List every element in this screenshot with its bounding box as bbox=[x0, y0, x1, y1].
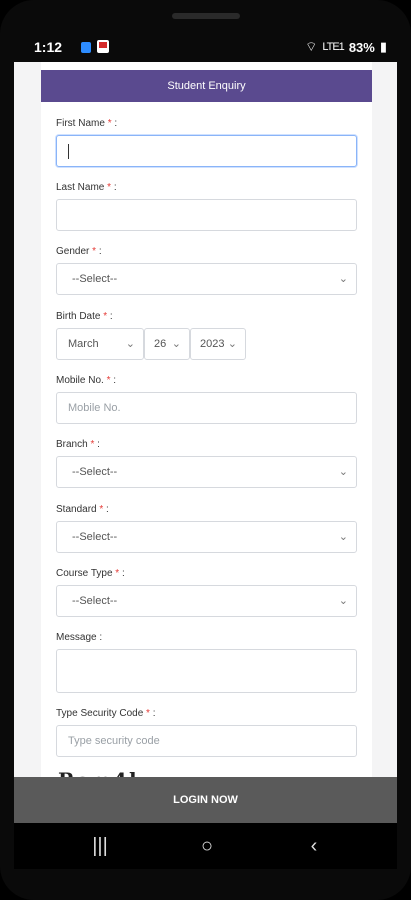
branch-label: Branch * : bbox=[56, 439, 100, 450]
chevron-down-icon: ⌄ bbox=[338, 273, 348, 285]
chevron-down-icon: ⌄ bbox=[338, 466, 348, 478]
status-bar: 1:12 ⌔ LTE1 83% ▮ bbox=[14, 34, 397, 60]
battery-percent: 83% bbox=[348, 39, 375, 55]
course-type-select[interactable]: --Select-- ⌄ bbox=[56, 585, 357, 617]
chevron-down-icon: ⌄ bbox=[171, 338, 181, 350]
speaker-grill bbox=[172, 13, 240, 19]
status-time: 1:12 bbox=[34, 39, 63, 55]
app-screen: Student Enquiry First Name * : Last Name… bbox=[14, 62, 397, 777]
chevron-down-icon: ⌄ bbox=[338, 531, 348, 543]
mobile-label: Mobile No. * : bbox=[56, 375, 117, 386]
first-name-label: First Name * : bbox=[56, 118, 118, 129]
chevron-down-icon: ⌄ bbox=[338, 595, 348, 607]
notification-icon bbox=[81, 42, 91, 53]
standard-label: Standard * : bbox=[56, 504, 109, 515]
message-label: Message : bbox=[56, 632, 103, 643]
message-textarea[interactable] bbox=[56, 649, 357, 693]
first-name-input[interactable] bbox=[56, 135, 357, 167]
recents-icon[interactable]: ||| bbox=[85, 833, 115, 859]
status-indicators: ⌔ LTE1 83% ▮ bbox=[305, 39, 387, 55]
gender-select[interactable]: --Select-- ⌄ bbox=[56, 263, 357, 295]
birth-day-select[interactable]: 26 ⌄ bbox=[144, 328, 190, 360]
mobile-input[interactable]: Mobile No. bbox=[56, 392, 357, 424]
signal-icon: LTE1 bbox=[322, 41, 345, 53]
home-icon[interactable]: ○ bbox=[192, 833, 222, 859]
birth-month-select[interactable]: March ⌄ bbox=[56, 328, 144, 360]
form-header: Student Enquiry bbox=[41, 70, 372, 102]
gender-label: Gender * : bbox=[56, 246, 102, 257]
birth-date-label: Birth Date * : bbox=[56, 311, 113, 322]
android-nav-bar: ||| ○ ‹ bbox=[14, 823, 397, 869]
security-code-input[interactable]: Type security code bbox=[56, 725, 357, 757]
branch-select[interactable]: --Select-- ⌄ bbox=[56, 456, 357, 488]
login-button[interactable]: LOGIN NOW bbox=[14, 777, 397, 823]
chevron-down-icon: ⌄ bbox=[227, 338, 237, 350]
course-type-label: Course Type * : bbox=[56, 568, 125, 579]
standard-select[interactable]: --Select-- ⌄ bbox=[56, 521, 357, 553]
security-code-label: Type Security Code * : bbox=[56, 708, 156, 719]
back-icon[interactable]: ‹ bbox=[299, 833, 329, 859]
captcha-image: Rsm4k bbox=[58, 768, 238, 777]
phone-frame: 1:12 ⌔ LTE1 83% ▮ Student Enquiry First … bbox=[0, 0, 411, 900]
birth-year-select[interactable]: 2023 ⌄ bbox=[190, 328, 246, 360]
last-name-input[interactable] bbox=[56, 199, 357, 231]
last-name-label: Last Name * : bbox=[56, 182, 117, 193]
wifi-icon: ⌔ bbox=[305, 39, 318, 54]
notification-app-icon bbox=[97, 40, 109, 53]
chevron-down-icon: ⌄ bbox=[125, 338, 135, 350]
battery-icon: ▮ bbox=[379, 39, 387, 54]
